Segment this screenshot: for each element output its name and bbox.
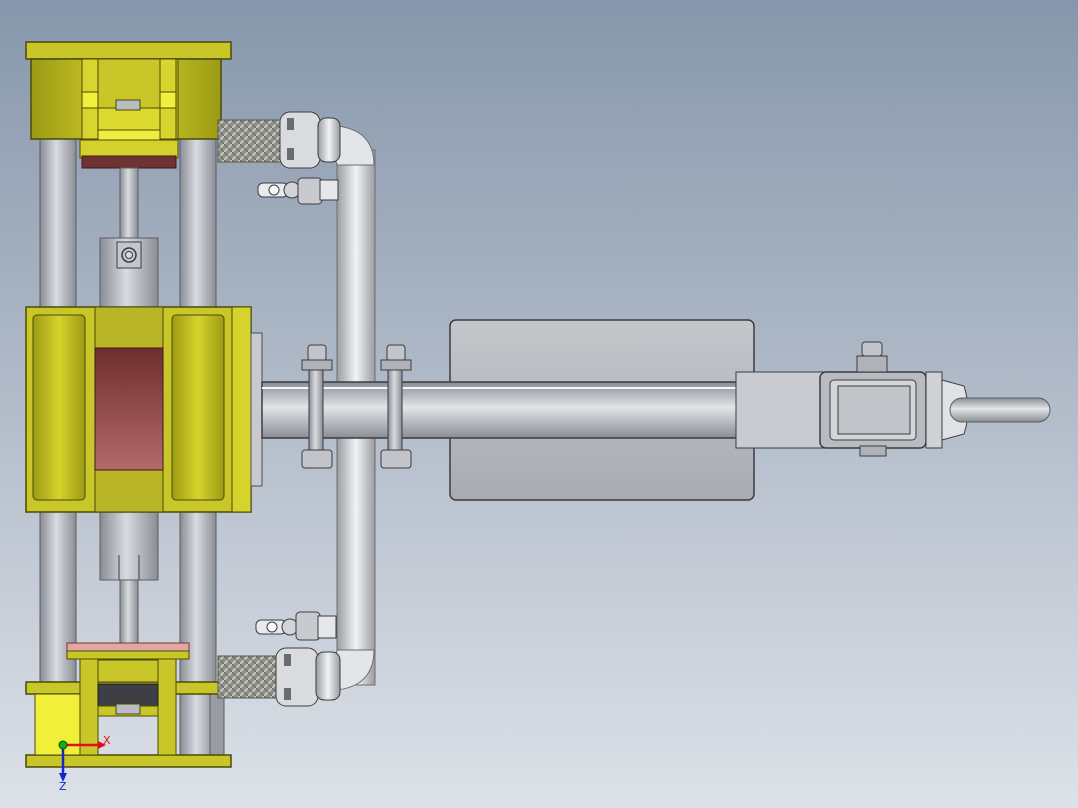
friction-pad bbox=[94, 347, 164, 471]
pipe-fitting-upper[interactable] bbox=[279, 111, 341, 169]
piston-rod-lower[interactable] bbox=[119, 579, 139, 649]
hydraulic-hose-lower[interactable] bbox=[217, 655, 285, 699]
piston-rod-upper[interactable] bbox=[119, 167, 139, 241]
column-collar bbox=[209, 689, 225, 761]
cad-viewport[interactable]: X Z bbox=[0, 0, 1078, 808]
pipe-fitting-lower[interactable] bbox=[275, 647, 341, 707]
upper-die-pad bbox=[81, 155, 177, 169]
x-axis-label: X bbox=[103, 734, 111, 747]
handle-grip[interactable] bbox=[949, 397, 1051, 423]
hydraulic-hose-upper[interactable] bbox=[217, 119, 285, 163]
arm-sleeve bbox=[735, 371, 827, 449]
z-axis-label: Z bbox=[59, 780, 67, 793]
y-axis-dot bbox=[58, 740, 68, 750]
